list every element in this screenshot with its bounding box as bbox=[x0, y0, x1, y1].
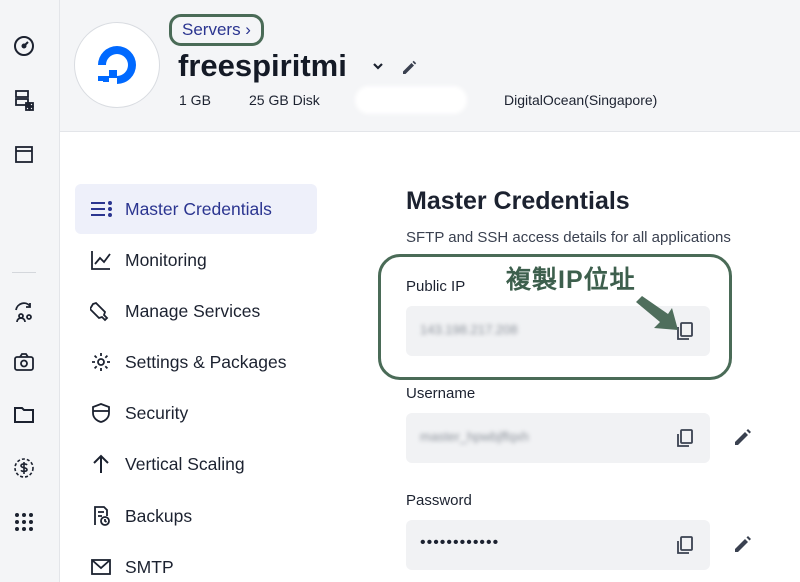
apps-grid-icon[interactable] bbox=[10, 508, 38, 536]
nav-master-credentials[interactable]: Master Credentials bbox=[75, 184, 317, 234]
nav-label: Settings & Packages bbox=[125, 351, 287, 372]
breadcrumb-servers[interactable]: Servers › bbox=[169, 14, 264, 46]
rail-divider bbox=[12, 272, 36, 273]
edit-name-pencil-icon[interactable] bbox=[400, 58, 418, 81]
username-value: master_hpwbjffqxh bbox=[420, 429, 529, 444]
page-subtitle: SFTP and SSH access details for all appl… bbox=[406, 229, 731, 246]
gear-icon bbox=[89, 350, 113, 374]
password-label: Password bbox=[406, 492, 472, 509]
arrow-up-icon bbox=[89, 452, 113, 476]
team-transfer-icon[interactable] bbox=[10, 298, 38, 326]
public-ip-value: 143.198.217.208 bbox=[420, 322, 518, 337]
nav-label: Master Credentials bbox=[125, 198, 272, 219]
nav-monitoring[interactable]: Monitoring bbox=[75, 235, 317, 285]
wrench-icon bbox=[89, 299, 113, 323]
nav-label: Backups bbox=[125, 505, 193, 526]
chevron-down-icon[interactable] bbox=[370, 58, 386, 79]
backup-icon bbox=[89, 504, 113, 528]
username-label: Username bbox=[406, 385, 476, 402]
digitalocean-logo bbox=[74, 22, 160, 108]
password-value: •••••••••••• bbox=[420, 534, 500, 551]
folder-icon[interactable] bbox=[10, 400, 38, 428]
page-title: Master Credentials bbox=[406, 187, 630, 215]
spec-provider: DigitalOcean(Singapore) bbox=[504, 92, 658, 108]
nav-smtp[interactable]: SMTP bbox=[75, 542, 317, 582]
annotation-label: 複製IP位址 bbox=[506, 266, 636, 294]
password-field: •••••••••••• bbox=[406, 520, 710, 570]
camera-gear-icon[interactable] bbox=[10, 348, 38, 376]
nav-settings-packages[interactable]: Settings & Packages bbox=[75, 337, 317, 387]
nav-label: SMTP bbox=[125, 556, 174, 577]
spec-disk: 25 GB Disk bbox=[249, 92, 320, 108]
server-apps-icon[interactable] bbox=[10, 86, 38, 114]
redacted-ip bbox=[355, 86, 467, 114]
server-header: Servers › freespiritmi 1 GB 25 GB Disk D… bbox=[60, 0, 800, 132]
nav-label: Manage Services bbox=[125, 300, 261, 321]
public-ip-label: Public IP bbox=[406, 278, 466, 295]
copy-password-icon[interactable] bbox=[674, 534, 696, 556]
nav-label: Monitoring bbox=[125, 249, 207, 270]
shield-icon bbox=[89, 401, 113, 425]
window-icon[interactable] bbox=[10, 140, 38, 168]
copy-username-icon[interactable] bbox=[674, 427, 696, 449]
icon-rail bbox=[0, 0, 60, 582]
nav-vertical-scaling[interactable]: Vertical Scaling bbox=[75, 439, 317, 489]
username-field: master_hpwbjffqxh bbox=[406, 413, 710, 463]
nav-backups[interactable]: Backups bbox=[75, 491, 317, 541]
dashboard-gauge-icon[interactable] bbox=[10, 32, 38, 60]
list-icon bbox=[89, 197, 113, 221]
edit-username-pencil-icon[interactable] bbox=[732, 426, 756, 450]
nav-security[interactable]: Security bbox=[75, 388, 317, 438]
nav-label: Security bbox=[125, 402, 189, 423]
annotation-arrow bbox=[634, 296, 682, 335]
billing-dollar-icon[interactable] bbox=[10, 454, 38, 482]
nav-manage-services[interactable]: Manage Services bbox=[75, 286, 317, 336]
chart-line-icon bbox=[89, 248, 113, 272]
mail-icon bbox=[89, 555, 113, 579]
edit-password-pencil-icon[interactable] bbox=[732, 533, 756, 557]
server-name: freespiritmi bbox=[178, 48, 347, 83]
nav-label: Vertical Scaling bbox=[125, 453, 245, 474]
spec-ram: 1 GB bbox=[179, 92, 211, 108]
